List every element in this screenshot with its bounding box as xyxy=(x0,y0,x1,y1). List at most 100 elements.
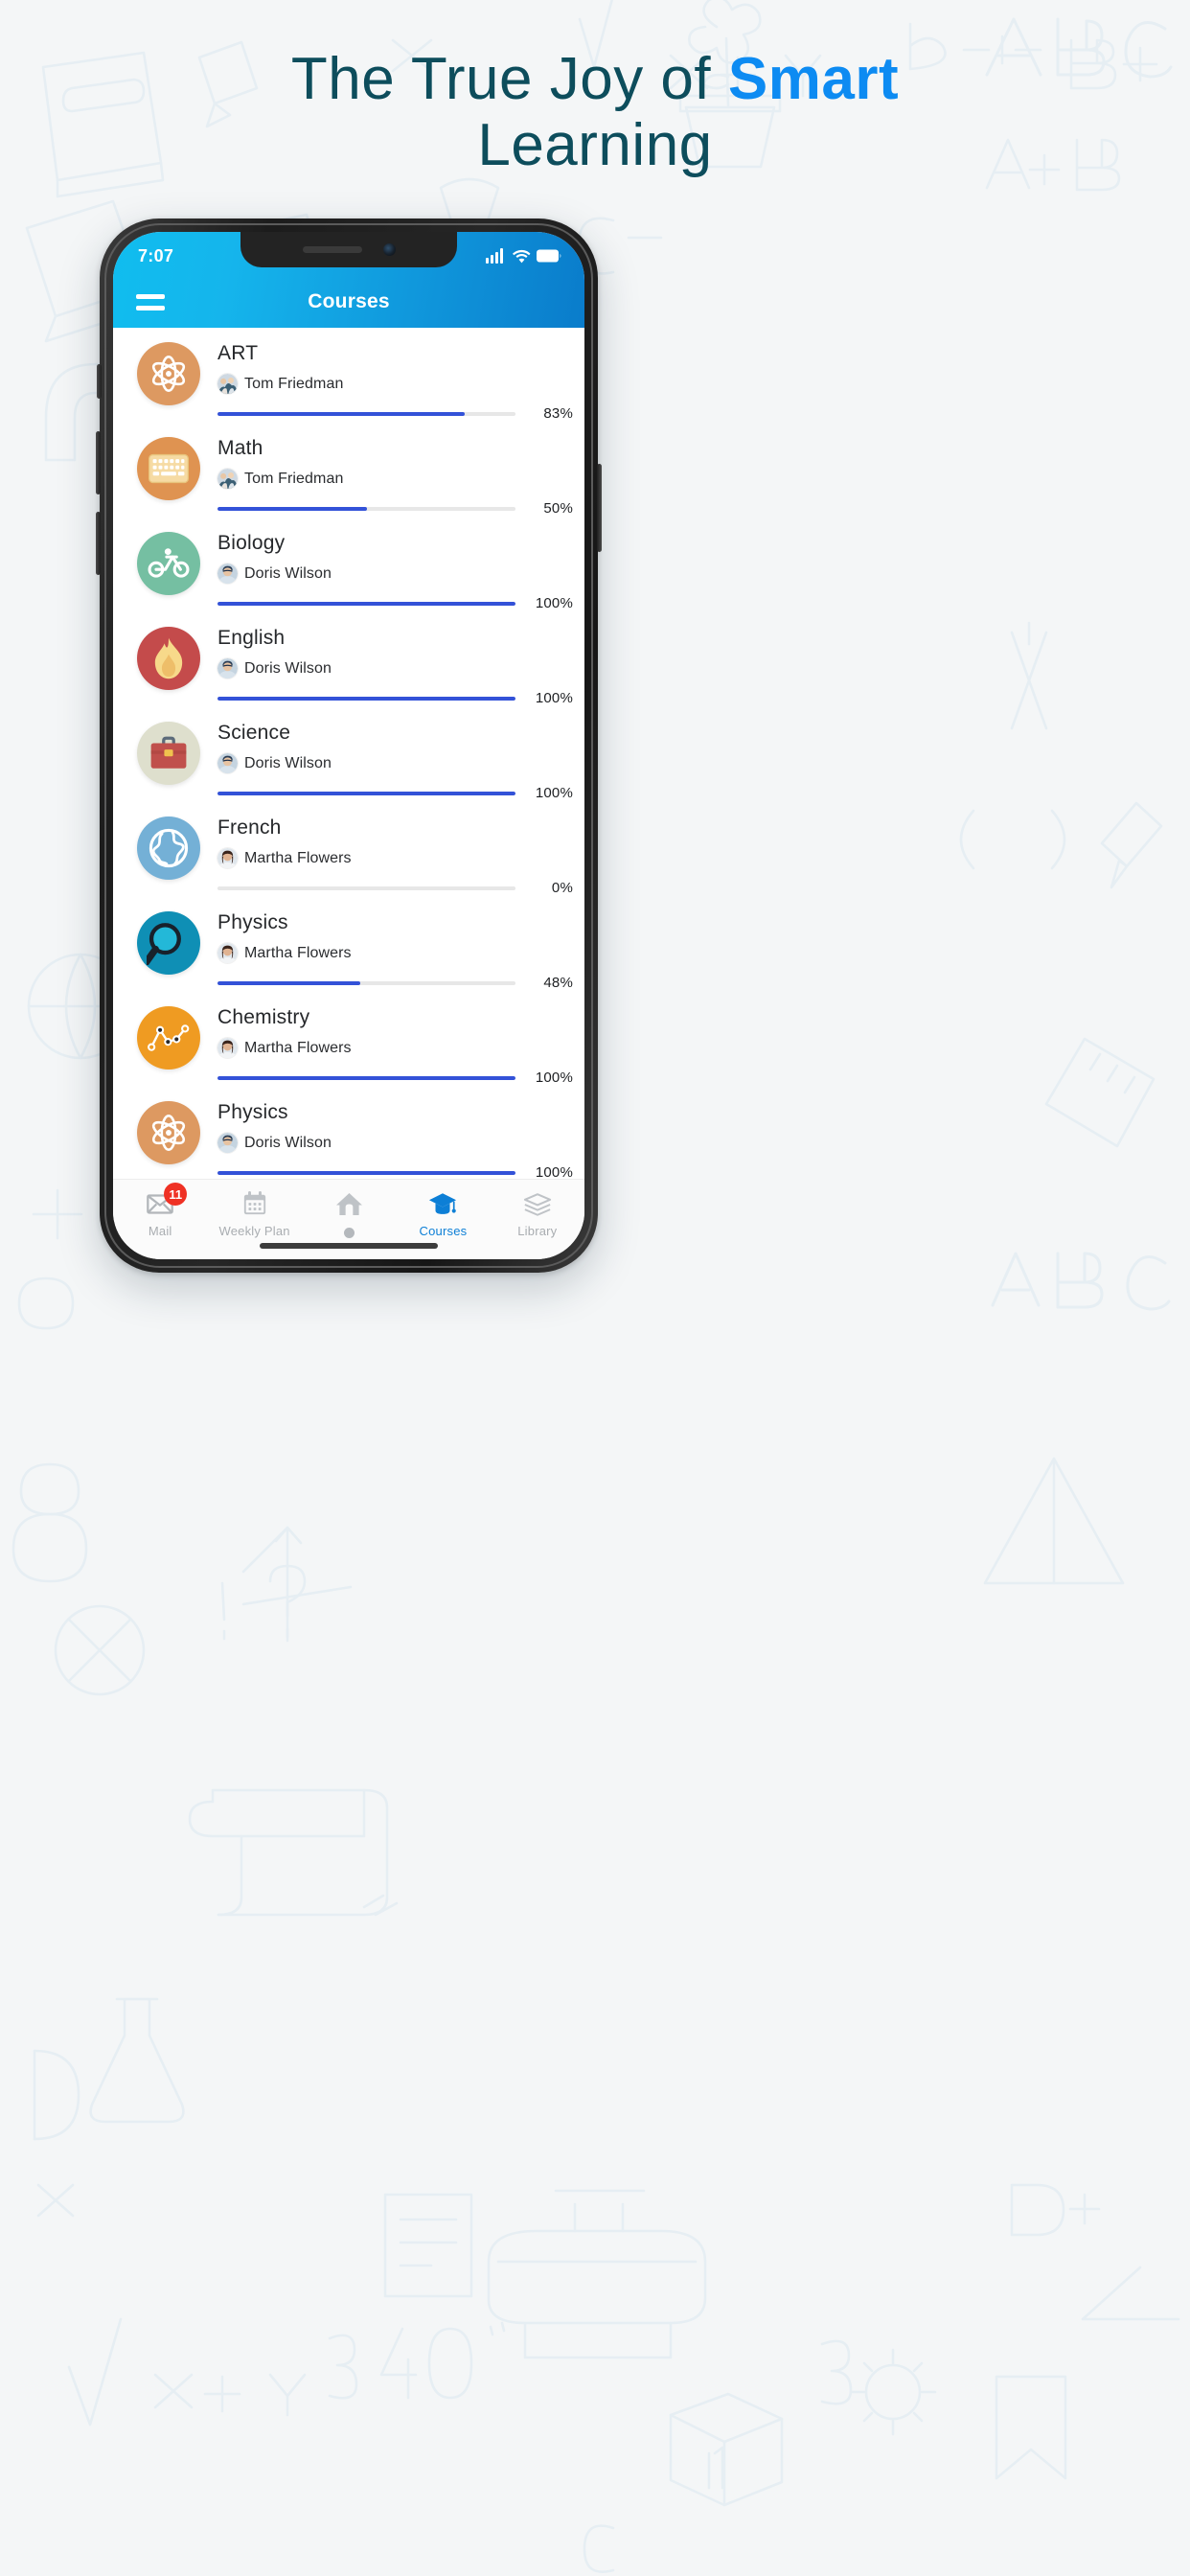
course-progress: 100% xyxy=(217,1164,573,1179)
progress-track xyxy=(217,506,515,511)
course-progress: 50% xyxy=(217,500,573,517)
hamburger-menu-icon[interactable] xyxy=(136,293,165,310)
teacher-name: Doris Wilson xyxy=(244,564,332,582)
nav-item-label: Weekly Plan xyxy=(218,1224,290,1238)
calendar-icon[interactable] xyxy=(242,1189,267,1218)
course-title: Biology xyxy=(217,532,286,554)
course-details: Science Doris Wilson 100% xyxy=(217,718,573,801)
books-icon[interactable] xyxy=(523,1189,552,1218)
course-row[interactable]: French Martha Flowers 0% xyxy=(113,804,584,899)
course-row[interactable]: Physics Doris Wilson 100% xyxy=(113,1089,584,1179)
volume-down-button[interactable] xyxy=(96,512,101,575)
avatar xyxy=(217,943,238,964)
books-icon xyxy=(523,1192,551,1216)
progress-fill xyxy=(217,411,466,416)
course-row[interactable]: Physics Martha Flowers 48% xyxy=(113,899,584,994)
progress-percent-label: 100% xyxy=(535,1164,573,1179)
course-progress: 100% xyxy=(217,595,573,611)
course-icon-badge xyxy=(137,532,200,595)
nav-item-weekly-plan[interactable]: Weekly Plan xyxy=(207,1189,301,1238)
briefcase-icon xyxy=(150,736,187,769)
teacher-name: Doris Wilson xyxy=(244,1134,332,1151)
teacher-avatar-photo xyxy=(217,753,238,774)
teacher-avatar-photo xyxy=(217,564,238,585)
nav-item-home[interactable] xyxy=(302,1189,396,1238)
avatar xyxy=(217,374,238,395)
teacher-name: Martha Flowers xyxy=(244,1039,352,1056)
teacher-avatar-photo xyxy=(217,848,238,869)
headline-accent-word: Smart xyxy=(727,46,900,112)
course-progress: 100% xyxy=(217,785,573,801)
course-details: Physics Doris Wilson 100% xyxy=(217,1097,573,1179)
progress-percent-label: 100% xyxy=(535,1070,573,1087)
silent-switch-button[interactable] xyxy=(97,364,102,399)
course-progress: 100% xyxy=(217,690,573,706)
course-icon-badge xyxy=(137,627,200,690)
course-title: Chemistry xyxy=(217,1006,310,1028)
course-row[interactable]: Math Tom Friedman 50% xyxy=(113,425,584,519)
course-row[interactable]: Chemistry Martha Flowers 100% xyxy=(113,994,584,1089)
course-progress: 0% xyxy=(217,880,573,896)
teacher-avatar-photo xyxy=(217,943,238,964)
teacher-name: Doris Wilson xyxy=(244,754,332,771)
progress-track xyxy=(217,886,515,890)
line-chart-icon xyxy=(148,1024,190,1051)
nav-item-label: Courses xyxy=(419,1224,468,1238)
course-title: Physics xyxy=(217,911,288,933)
nav-item-courses[interactable]: Courses xyxy=(396,1189,490,1238)
avatar xyxy=(217,1038,238,1059)
course-row[interactable]: English Doris Wilson 100% xyxy=(113,614,584,709)
wifi-icon xyxy=(513,249,531,263)
course-list[interactable]: ART Tom Friedman 83% Math Tom Friedman 5… xyxy=(113,328,584,1179)
atom-icon xyxy=(151,1114,186,1152)
teacher-name: Martha Flowers xyxy=(244,849,352,866)
course-teacher: Martha Flowers xyxy=(217,848,573,869)
headline-line-2: Learning xyxy=(477,112,713,179)
graduation-cap-icon xyxy=(429,1192,457,1214)
nav-item-label: Library xyxy=(517,1224,558,1238)
avatar xyxy=(217,848,238,869)
teacher-avatar-photo xyxy=(217,1133,238,1154)
nav-item-library[interactable]: Library xyxy=(491,1189,584,1238)
course-row[interactable]: Science Doris Wilson 100% xyxy=(113,709,584,804)
teacher-name: Doris Wilson xyxy=(244,659,332,677)
earpiece-speaker-icon xyxy=(302,246,362,253)
course-icon-badge xyxy=(137,816,200,880)
progress-percent-label: 100% xyxy=(535,785,573,802)
progress-fill xyxy=(217,1075,515,1080)
teacher-avatar-photo xyxy=(217,1038,238,1059)
course-teacher: Tom Friedman xyxy=(217,469,573,490)
course-icon-badge xyxy=(137,1006,200,1070)
course-title: Science xyxy=(217,722,291,744)
course-row[interactable]: ART Tom Friedman 83% xyxy=(113,330,584,425)
course-icon-badge xyxy=(137,722,200,785)
course-teacher: Doris Wilson xyxy=(217,753,573,774)
course-row[interactable]: Biology Doris Wilson 100% xyxy=(113,519,584,614)
progress-track xyxy=(217,791,515,795)
course-title: Math xyxy=(217,437,263,459)
progress-fill xyxy=(217,601,515,606)
home-icon[interactable] xyxy=(335,1189,363,1218)
progress-track xyxy=(217,1170,515,1175)
active-page-dot xyxy=(343,1228,355,1238)
course-details: French Martha Flowers 0% xyxy=(217,813,573,896)
nav-item-mail[interactable]: 11 Mail xyxy=(113,1183,207,1238)
notification-badge: 11 xyxy=(164,1183,188,1206)
power-button[interactable] xyxy=(597,464,602,552)
page-title: Courses xyxy=(308,290,390,312)
progress-percent-label: 0% xyxy=(551,880,573,897)
headline-plain-text: The True Joy of xyxy=(290,46,728,112)
globe-icon xyxy=(149,828,189,868)
home-indicator[interactable] xyxy=(260,1243,438,1249)
envelope-icon[interactable]: 11 xyxy=(147,1183,188,1218)
teacher-avatar-photo xyxy=(217,469,238,490)
course-teacher: Doris Wilson xyxy=(217,1133,573,1154)
battery-icon xyxy=(537,249,561,263)
graduation-cap-icon[interactable] xyxy=(428,1189,457,1218)
teacher-name: Martha Flowers xyxy=(244,944,352,961)
progress-fill xyxy=(217,506,367,511)
course-details: Math Tom Friedman 50% xyxy=(217,433,573,517)
keyboard-icon xyxy=(149,453,189,484)
atom-icon xyxy=(151,355,186,393)
volume-up-button[interactable] xyxy=(96,431,101,494)
